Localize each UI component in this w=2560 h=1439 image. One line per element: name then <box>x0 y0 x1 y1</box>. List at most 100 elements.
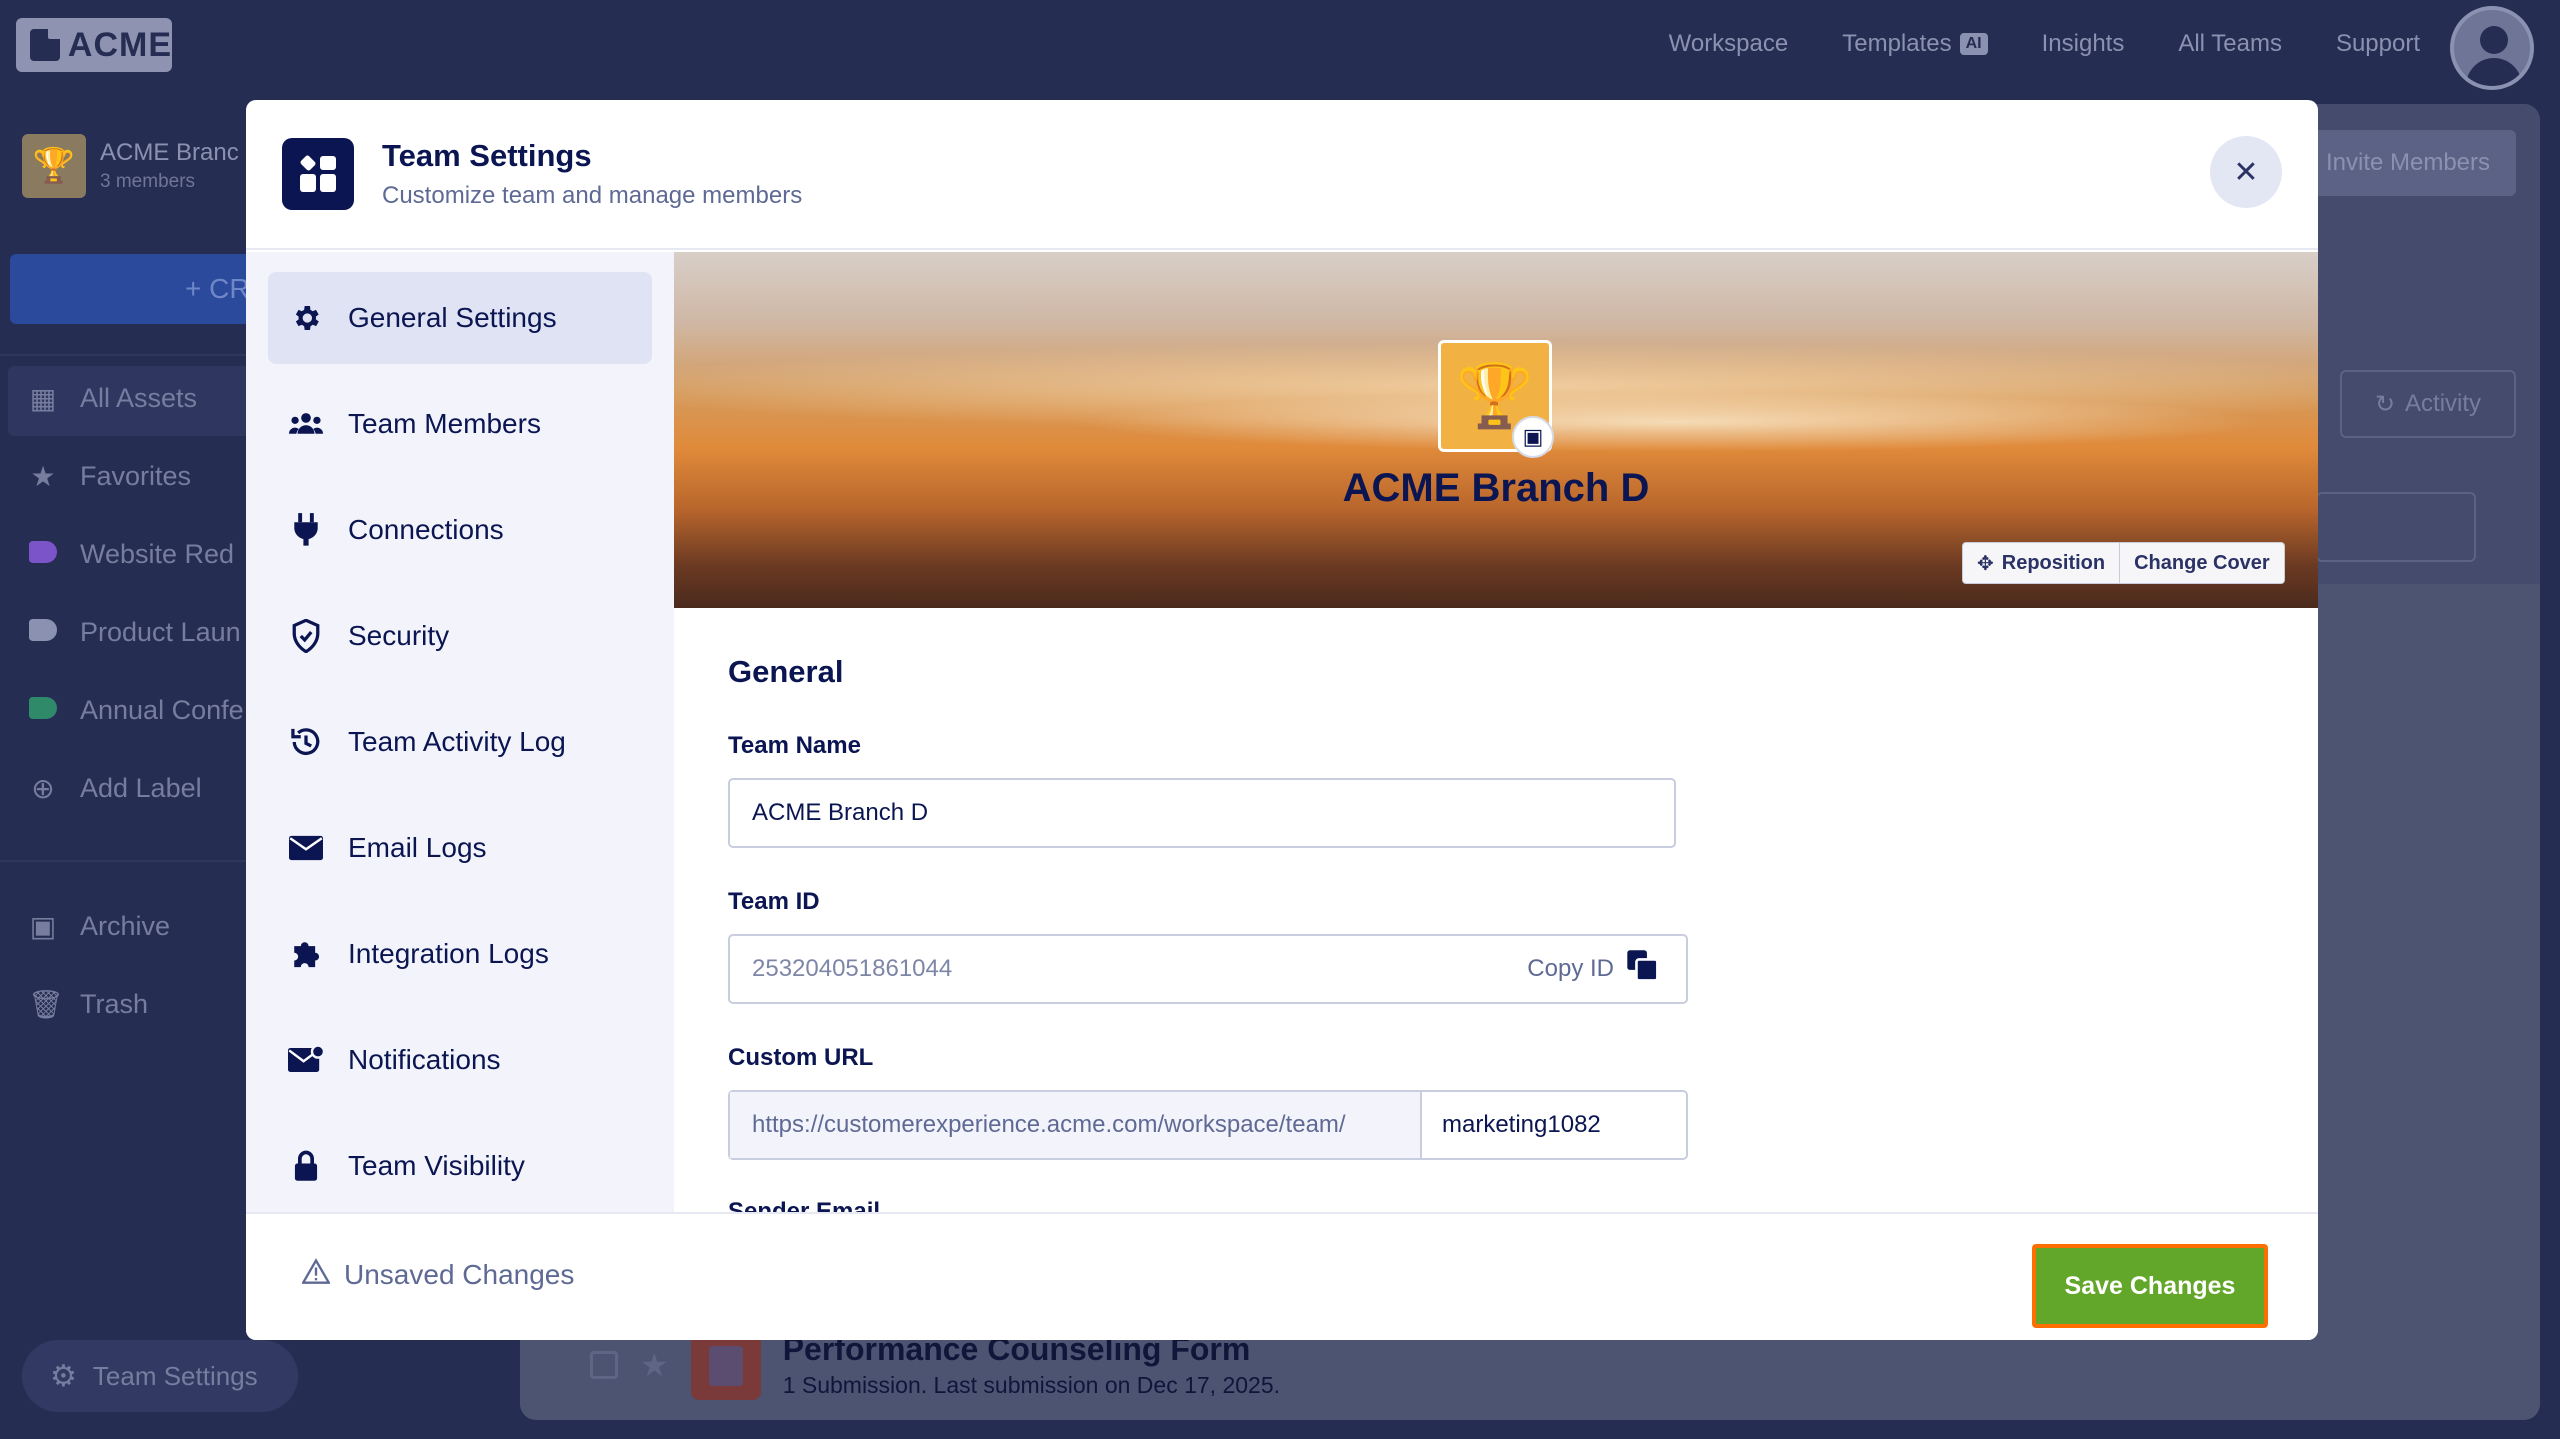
nav-workspace[interactable]: Workspace <box>1669 30 1789 58</box>
unsaved-label: Unsaved Changes <box>344 1258 575 1290</box>
puzzle-icon <box>288 937 324 971</box>
custom-url-field: https://customerexperience.acme.com/work… <box>728 1090 1688 1160</box>
top-bar: ACME Workspace Templates AI Insights All… <box>0 0 2560 98</box>
activity-label: Activity <box>2405 390 2482 417</box>
save-changes-button[interactable]: Save Changes <box>2032 1244 2268 1328</box>
team-name-label: Team Name <box>728 732 861 759</box>
move-icon: ✥ <box>1977 552 1994 575</box>
menu-item-team-visibility[interactable]: Team Visibility <box>268 1120 652 1212</box>
team-settings-label: Team Settings <box>92 1360 258 1391</box>
logo-mark-icon <box>30 25 62 61</box>
sender-email-label: Sender Email <box>728 1198 881 1212</box>
sidebar-item-favorites[interactable]: ★ Favorites <box>28 460 191 493</box>
menu-item-label: Security <box>348 620 450 651</box>
nav-all-teams[interactable]: All Teams <box>2178 30 2282 58</box>
menu-item-email-logs[interactable]: Email Logs <box>268 802 652 894</box>
menu-item-label: Notifications <box>348 1044 501 1075</box>
sidebar-item-label: Archive <box>80 911 171 941</box>
shield-icon <box>288 619 324 653</box>
menu-item-integration-logs[interactable]: Integration Logs <box>268 908 652 1000</box>
menu-item-label: Team Activity Log <box>348 726 566 757</box>
modal-footer: Unsaved Changes Save Changes <box>246 1212 2318 1340</box>
top-nav: Workspace Templates AI Insights All Team… <box>1669 30 2420 58</box>
reposition-button[interactable]: ✥ Reposition <box>1962 542 2121 584</box>
favorite-star-icon[interactable]: ★ <box>640 1346 669 1384</box>
archive-icon: ▣ <box>29 911 57 942</box>
team-card[interactable]: 🏆 ACME Branc 3 members <box>22 134 239 198</box>
envelope-icon <box>288 835 324 861</box>
nav-templates[interactable]: Templates AI <box>1842 30 1988 58</box>
activity-button[interactable]: ↻ Activity <box>2340 370 2516 438</box>
form-checkbox[interactable] <box>590 1351 618 1379</box>
label-icon <box>28 538 58 570</box>
form-list-item[interactable]: ★ Performance Counseling Form 1 Submissi… <box>590 1330 1280 1400</box>
logo-text: ACME <box>67 25 172 64</box>
sidebar-item-all-assets[interactable]: ▦ All Assets <box>28 382 197 415</box>
nav-support[interactable]: Support <box>2336 30 2420 58</box>
custom-url-label: Custom URL <box>728 1044 874 1071</box>
team-id-label: Team ID <box>728 888 820 915</box>
menu-item-team-activity-log[interactable]: Team Activity Log <box>268 696 652 788</box>
menu-item-connections[interactable]: Connections <box>268 484 652 576</box>
sidebar-item-add-label[interactable]: ⊕ Add Label <box>28 772 202 805</box>
sidebar-item-label: Add Label <box>80 773 202 803</box>
trash-icon: 🗑 <box>28 989 64 1020</box>
sidebar: 🏆 ACME Branc 3 members + CR ▦ All Assets… <box>0 98 270 1439</box>
sidebar-item-label: Favorites <box>80 461 192 491</box>
image-add-icon: ▣ <box>1522 424 1544 449</box>
label-icon <box>28 616 58 648</box>
section-title: General <box>728 654 844 689</box>
form-text: Performance Counseling Form 1 Submission… <box>783 1331 1280 1399</box>
menu-item-notifications[interactable]: Notifications <box>268 1014 652 1106</box>
warning-icon <box>301 1258 331 1291</box>
gear-icon <box>288 302 324 334</box>
form-subtitle: 1 Submission. Last submission on Dec 17,… <box>782 1372 1281 1398</box>
sidebar-item-trash[interactable]: 🗑 Trash <box>28 988 148 1021</box>
create-button[interactable]: + CR <box>10 254 270 324</box>
main-search-input[interactable] <box>2316 492 2476 562</box>
menu-item-label: Team Members <box>348 408 541 439</box>
plug-icon <box>288 513 324 547</box>
change-logo-button[interactable]: ▣ <box>1512 416 1554 458</box>
team-id-field[interactable]: 253204051861044 Copy ID <box>728 934 1688 1004</box>
sidebar-team-name: ACME Branc <box>100 139 239 166</box>
sidebar-item-label: Product Laun <box>80 616 241 647</box>
settings-menu: General Settings Team Members Connection… <box>246 252 674 1212</box>
menu-item-team-members[interactable]: Team Members <box>268 378 652 470</box>
menu-item-label: Connections <box>348 514 504 545</box>
copy-icon <box>1626 949 1660 990</box>
sidebar-item-label: Trash <box>80 989 149 1019</box>
history-icon <box>288 725 324 759</box>
history-icon: ↻ <box>2374 390 2396 418</box>
copy-id-button[interactable]: Copy ID <box>1527 936 1660 1002</box>
close-button[interactable]: ✕ <box>2210 136 2282 208</box>
sidebar-item-website-redesign[interactable]: Website Red <box>28 538 234 570</box>
sidebar-item-archive[interactable]: ▣ Archive <box>28 910 170 943</box>
menu-item-security[interactable]: Security <box>268 590 652 682</box>
star-icon: ★ <box>30 461 56 492</box>
acme-logo[interactable]: ACME <box>16 18 172 72</box>
custom-url-input[interactable]: marketing1082 <box>1442 1092 1601 1158</box>
sidebar-divider <box>0 354 260 356</box>
sidebar-team-count: 3 members <box>100 171 196 192</box>
custom-url-prefix: https://customerexperience.acme.com/work… <box>730 1092 1422 1158</box>
sidebar-item-product-launch[interactable]: Product Laun <box>28 616 241 648</box>
label-icon <box>28 694 58 726</box>
unsaved-changes-indicator: Unsaved Changes <box>301 1258 575 1291</box>
modal-header: Team Settings Customize team and manage … <box>246 100 2318 250</box>
user-avatar[interactable] <box>2450 6 2534 90</box>
nav-insights[interactable]: Insights <box>2042 30 2125 58</box>
sidebar-item-annual-conference[interactable]: Annual Confe <box>28 694 244 726</box>
menu-item-label: Email Logs <box>348 832 487 863</box>
team-id-value: 253204051861044 <box>752 955 953 982</box>
menu-item-general-settings[interactable]: General Settings <box>268 272 652 364</box>
users-icon <box>288 409 324 439</box>
nav-templates-label: Templates <box>1842 30 1952 57</box>
copy-id-label: Copy ID <box>1527 955 1614 982</box>
invite-members-button[interactable]: Invite Members <box>2300 130 2516 196</box>
change-cover-button[interactable]: Change Cover <box>2120 542 2285 584</box>
ai-badge: AI <box>1959 33 1988 55</box>
team-name-input[interactable]: ACME Branch D <box>728 778 1676 848</box>
team-settings-button[interactable]: ⚙ Team Settings <box>22 1340 298 1412</box>
lock-icon <box>288 1150 324 1182</box>
